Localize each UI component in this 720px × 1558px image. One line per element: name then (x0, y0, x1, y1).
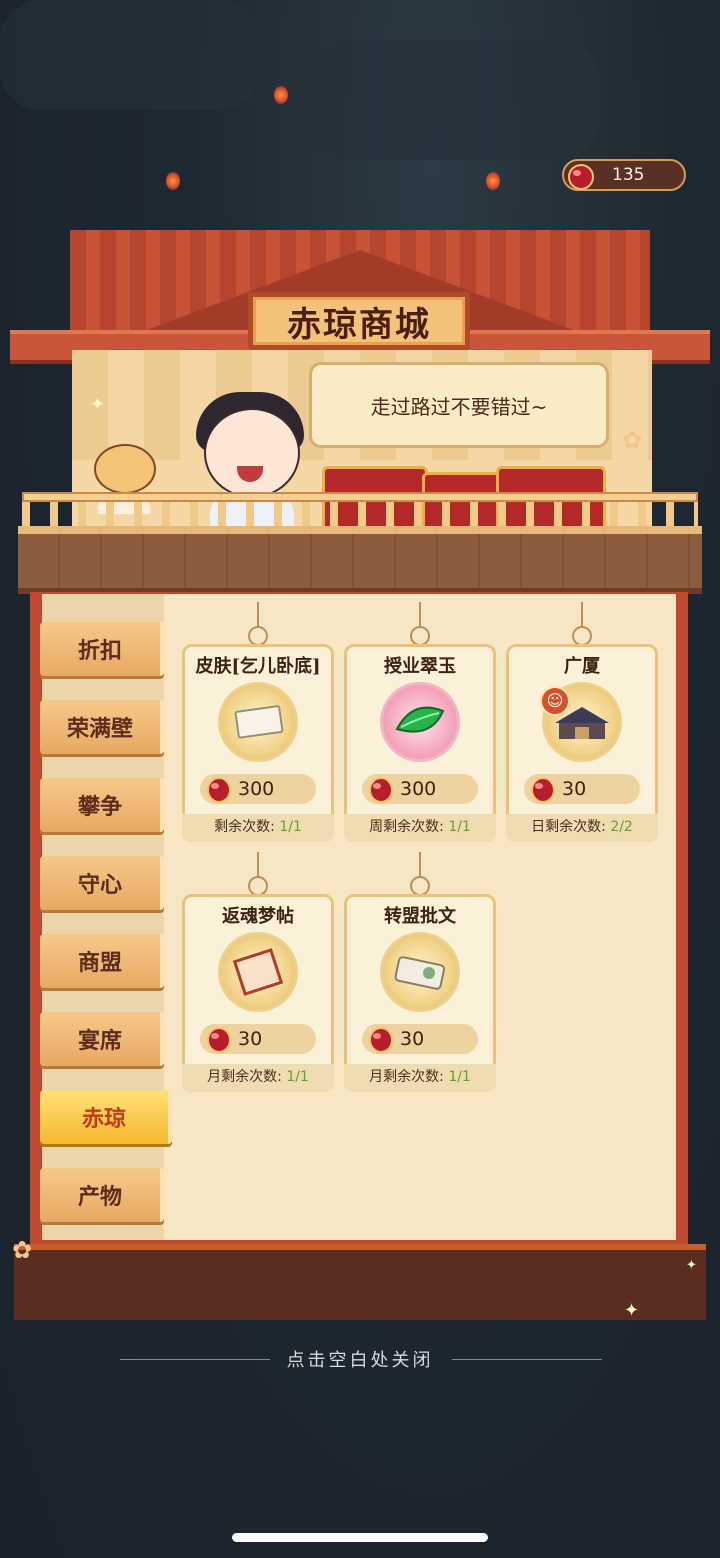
tab-banquet[interactable]: 宴席 (40, 1012, 164, 1066)
bg-roof (0, 0, 260, 110)
item-name: 转盟批文 (384, 906, 456, 927)
lantern-icon (486, 172, 500, 190)
limit-label: 周剩余次数: (369, 819, 449, 835)
tab-label: 折扣 (77, 638, 122, 664)
item-price[interactable]: 30 (524, 774, 640, 804)
lantern-icon (274, 86, 288, 104)
shop-title: 赤琼商城 (287, 304, 431, 345)
scroll-icon (218, 932, 298, 1012)
item-price-value: 30 (400, 1028, 425, 1050)
jade-leaf-icon (380, 682, 460, 762)
shop-item-card[interactable]: 转盟批文 30 月剩余次数: 1/1 (344, 852, 496, 1092)
red-gem-icon (366, 773, 396, 809)
red-gem-icon (204, 1023, 234, 1059)
tab-label: 赤琼 (81, 1106, 126, 1132)
flower-icon: ✿ (12, 1236, 33, 1264)
shop-item-card[interactable]: 返魂梦帖 30 月剩余次数: 1/1 (182, 852, 334, 1092)
purchase-limit: 日剩余次数: 2/2 (506, 814, 658, 842)
limit-label: 月剩余次数: (369, 1069, 449, 1085)
item-price[interactable]: 300 (200, 774, 316, 804)
purchase-limit: 剩余次数: 1/1 (182, 814, 334, 842)
tab-discount[interactable]: 折扣 (40, 622, 164, 676)
limit-label: 剩余次数: (214, 819, 280, 835)
limit-value: 2/2 (610, 819, 633, 835)
roof-eave (18, 526, 702, 594)
item-name: 返魂梦帖 (222, 906, 294, 927)
limit-label: 日剩余次数: (531, 819, 611, 835)
limit-value: 1/1 (279, 819, 302, 835)
tab-label: 宴席 (77, 1028, 122, 1054)
item-name: 皮肤[乞儿卧底] (195, 656, 321, 677)
limit-label: 月剩余次数: (207, 1069, 287, 1085)
tab-chiqiong[interactable]: 赤琼 (40, 1090, 172, 1144)
shop-title-sign: 赤琼商城 (248, 292, 470, 350)
purchase-limit: 周剩余次数: 1/1 (344, 814, 496, 842)
tab-shouxin[interactable]: 守心 (40, 856, 164, 910)
tab-label: 商盟 (77, 950, 122, 976)
speech-bubble: 走过路过不要错过~ (309, 362, 609, 448)
tab-label: 荣满壁 (66, 716, 133, 742)
shop-item-card[interactable]: 广厦 ☺ 30 日剩余次数: 2/2 (506, 602, 658, 842)
sparkle-icon: ✦ (624, 1300, 640, 1321)
item-price-value: 300 (238, 778, 275, 800)
limit-value: 1/1 (448, 819, 471, 835)
red-gem-icon (204, 773, 234, 809)
sparkle-icon: ✦ (686, 1258, 697, 1273)
currency-amount: 135 (612, 165, 645, 185)
panel-base (14, 1244, 706, 1320)
lantern-icon (166, 172, 180, 190)
red-gem-icon (566, 162, 596, 194)
skin-ticket-icon (218, 682, 298, 762)
tab-panzheng[interactable]: 攀争 (40, 778, 164, 832)
limit-value: 1/1 (286, 1069, 309, 1085)
flower-icon: ✿ (622, 426, 643, 454)
item-price[interactable]: 300 (362, 774, 478, 804)
item-price-value: 30 (562, 778, 587, 800)
tab-label: 攀争 (77, 794, 122, 820)
item-price-value: 30 (238, 1028, 263, 1050)
tab-shangmeng[interactable]: 商盟 (40, 934, 164, 988)
purchase-limit: 月剩余次数: 1/1 (182, 1064, 334, 1092)
tab-rongmanbi[interactable]: 荣满壁 (40, 700, 164, 754)
red-gem-icon (528, 773, 558, 809)
item-price[interactable]: 30 (200, 1024, 316, 1054)
document-scroll-icon (380, 932, 460, 1012)
tab-label: 守心 (77, 872, 122, 898)
home-indicator[interactable] (232, 1533, 488, 1542)
currency-display[interactable]: 135 (562, 159, 686, 191)
greeting-text: 走过路过不要错过~ (370, 394, 548, 419)
tab-label: 产物 (77, 1184, 122, 1210)
item-name: 广厦 (564, 656, 600, 677)
balcony-railing (22, 492, 698, 528)
shop-item-card[interactable]: 授业翠玉 300 周剩余次数: 1/1 (344, 602, 496, 842)
purchase-limit: 月剩余次数: 1/1 (344, 1064, 496, 1092)
bg-pond (300, 40, 600, 160)
limit-value: 1/1 (448, 1069, 471, 1085)
item-price-value: 300 (400, 778, 437, 800)
shop-item-card[interactable]: 皮肤[乞儿卧底] 300 剩余次数: 1/1 (182, 602, 334, 842)
tab-products[interactable]: 产物 (40, 1168, 164, 1222)
item-name: 授业翠玉 (384, 656, 456, 677)
red-gem-icon (366, 1023, 396, 1059)
limited-badge-icon: ☺ (540, 686, 570, 716)
item-price[interactable]: 30 (362, 1024, 478, 1054)
close-hint[interactable]: 点击空白处关闭 (0, 1346, 720, 1372)
sparkle-icon: ✦ (90, 394, 106, 415)
